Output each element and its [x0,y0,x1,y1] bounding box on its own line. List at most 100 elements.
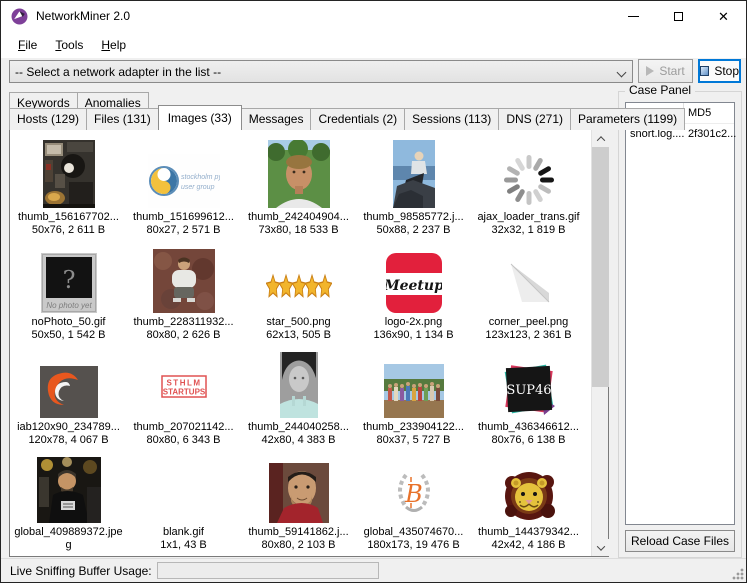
case-panel-title: Case Panel [625,83,695,97]
svg-text:stockholm python: stockholm python [181,174,220,181]
stop-button[interactable]: Stop [698,59,741,83]
minimize-icon [628,16,639,17]
networkminer-window: NetworkMiner 2.0 ✕ FileToolsHelp -- Sele… [0,0,747,583]
svg-text:SUP46: SUP46 [506,383,551,398]
image-filename: iab120x90_234789... [17,421,120,434]
scroll-up-button[interactable] [592,130,609,147]
night-portrait-thumbnail [37,457,101,523]
tab-hosts-129[interactable]: Hosts (129) [9,108,87,130]
images-list-panel: thumb_156167702...50x76, 2 611 B stockhol… [9,129,609,557]
image-filename: thumb_244040258... [248,421,349,434]
image-filename: thumb_207021142... [133,421,233,434]
tab-credentials-2[interactable]: Credentials (2) [310,108,405,130]
column-header-md5[interactable]: MD5 [684,107,711,119]
image-filename: logo-2x.png [385,316,443,329]
lion-logo-thumbnail [502,469,556,523]
image-list-item[interactable]: thumb_233904122...80x37, 5 727 B [356,342,471,447]
image-dimensions-size: 73x80, 18 533 B [258,224,338,237]
image-filename: thumb_228311932... [133,316,233,329]
image-list-item[interactable]: Bglobal_435074670...180x173, 19 476 B [356,447,471,552]
chevron-down-icon [596,542,604,550]
svg-text:Meetup: Meetup [386,278,442,294]
image-list-item[interactable]: global_409889372.jpeg [11,447,126,552]
person-on-rock-thumbnail [393,140,435,208]
network-adapter-select[interactable]: -- Select a network adapter in the list … [9,60,633,83]
image-list-item[interactable]: thumb_242404904...73x80, 18 533 B [241,132,356,237]
image-list-item[interactable]: Meetup logo-2x.png136x90, 1 134 B [356,237,471,342]
image-list-item[interactable]: thumb_228311932...80x80, 2 626 B [126,237,241,342]
minimize-button[interactable] [611,1,656,31]
image-list-item[interactable]: STHLMSTARTUPS thumb_207021142...80x80, 6 … [126,342,241,447]
image-filename: blank.gif [163,526,204,539]
close-button[interactable]: ✕ [701,1,746,31]
image-dimensions-size: 180x173, 19 476 B [367,539,459,552]
image-list-item[interactable]: iab120x90_234789...120x78, 4 067 B [11,342,126,447]
stop-button-label: Stop [714,64,739,78]
red-shirt-portrait-thumbnail [269,463,329,523]
image-list-item[interactable]: corner_peel.png123x123, 2 361 B [471,237,586,342]
image-list-item[interactable]: ajax_loader_trans.gif32x32, 1 819 B [471,132,586,237]
scroll-down-button[interactable] [592,539,609,556]
image-list-item[interactable]: SUP46thumb_436346612...80x76, 6 138 B [471,342,586,447]
tab-images-33[interactable]: Images (33) [158,105,242,130]
sup46-logo-thumbnail: SUP46 [500,360,558,418]
image-filename: thumb_144379342... [478,526,579,539]
image-dimensions-size: 123x123, 2 361 B [485,329,571,342]
image-list-item[interactable]: blank.gif1x1, 43 B [126,447,241,552]
tab-files-131[interactable]: Files (131) [86,108,159,130]
image-filename: thumb_98585772.j... [363,211,463,224]
sthlm-startups-logo-thumbnail: STHLMSTARTUPS [153,356,215,418]
image-dimensions-size: 50x50, 1 542 B [31,329,105,342]
vertical-scrollbar[interactable] [591,130,608,556]
status-bar: Live Sniffing Buffer Usage: [1,558,746,582]
reload-case-files-button[interactable]: Reload Case Files [625,530,735,552]
image-list-item[interactable]: thumb_144379342...42x42, 4 186 B [471,447,586,552]
menu-item-help[interactable]: Help [92,34,135,56]
image-list-item[interactable]: thumb_244040258...42x80, 4 383 B [241,342,356,447]
image-filename: thumb_233904122... [363,421,464,434]
resize-grip-icon[interactable] [732,568,744,580]
close-icon: ✕ [718,10,729,23]
menu-item-file[interactable]: File [9,34,46,56]
chevron-up-icon [596,136,604,144]
scrollbar-thumb[interactable] [592,147,609,387]
dark-room-photo-thumbnail [43,140,95,208]
tab-sessions-113[interactable]: Sessions (113) [404,108,499,130]
menu-item-tools[interactable]: Tools [46,34,92,56]
image-dimensions-size: 80x80, 6 343 B [146,434,220,447]
image-filename: global_435074670... [364,526,464,539]
image-list-item[interactable]: star_500.png62x13, 505 B [241,237,356,342]
start-button[interactable]: Start [638,59,693,83]
svg-text:user group: user group [181,184,215,191]
image-list-item[interactable]: thumb_156167702...50x76, 2 611 B [11,132,126,237]
svg-text:B: B [404,480,423,508]
python-meetup-logo-thumbnail: stockholm python user group [148,154,220,208]
image-dimensions-size: 62x13, 505 B [266,329,331,342]
svg-text:?: ? [62,266,75,294]
image-filename: thumb_436346612... [478,421,579,434]
laurel-b-logo-thumbnail: B [384,465,444,523]
image-dimensions-size: 42x42, 4 186 B [491,539,565,552]
image-list-item[interactable]: stockholm pythonuser groupthumb_15169961… [126,132,241,237]
image-list-item[interactable]: thumb_59141862.j...80x80, 2 103 B [241,447,356,552]
image-filename: noPhoto_50.gif [31,316,105,329]
image-list-item[interactable]: thumb_98585772.j...50x88, 2 237 B [356,132,471,237]
five-stars-thumbnail [266,261,332,313]
tab-parameters-1199[interactable]: Parameters (1199) [570,108,685,130]
maximize-button[interactable] [656,1,701,31]
image-dimensions-size: 136x90, 1 134 B [373,329,453,342]
case-panel: Case Panel Filename MD5 snort.log....2f3… [618,91,742,558]
image-list-item[interactable]: ?No photo yetnoPhoto_50.gif50x50, 1 542 … [11,237,126,342]
buffer-usage-progressbar [157,562,379,579]
image-dimensions-size: 50x88, 2 237 B [376,224,450,237]
play-icon [646,66,654,76]
image-dimensions-size: 50x76, 2 611 B [32,224,105,237]
corner-peel-thumbnail [502,259,556,313]
network-adapter-value: -- Select a network adapter in the list … [15,65,221,79]
tab-messages[interactable]: Messages [241,108,312,130]
image-dimensions-size: 32x32, 1 819 B [491,224,565,237]
tab-strip-main: Hosts (129)Files (131)Images (33)Message… [9,107,684,130]
tab-dns-271[interactable]: DNS (271) [498,108,571,130]
image-dimensions-size: 1x1, 43 B [160,539,206,552]
start-button-label: Start [659,64,684,78]
